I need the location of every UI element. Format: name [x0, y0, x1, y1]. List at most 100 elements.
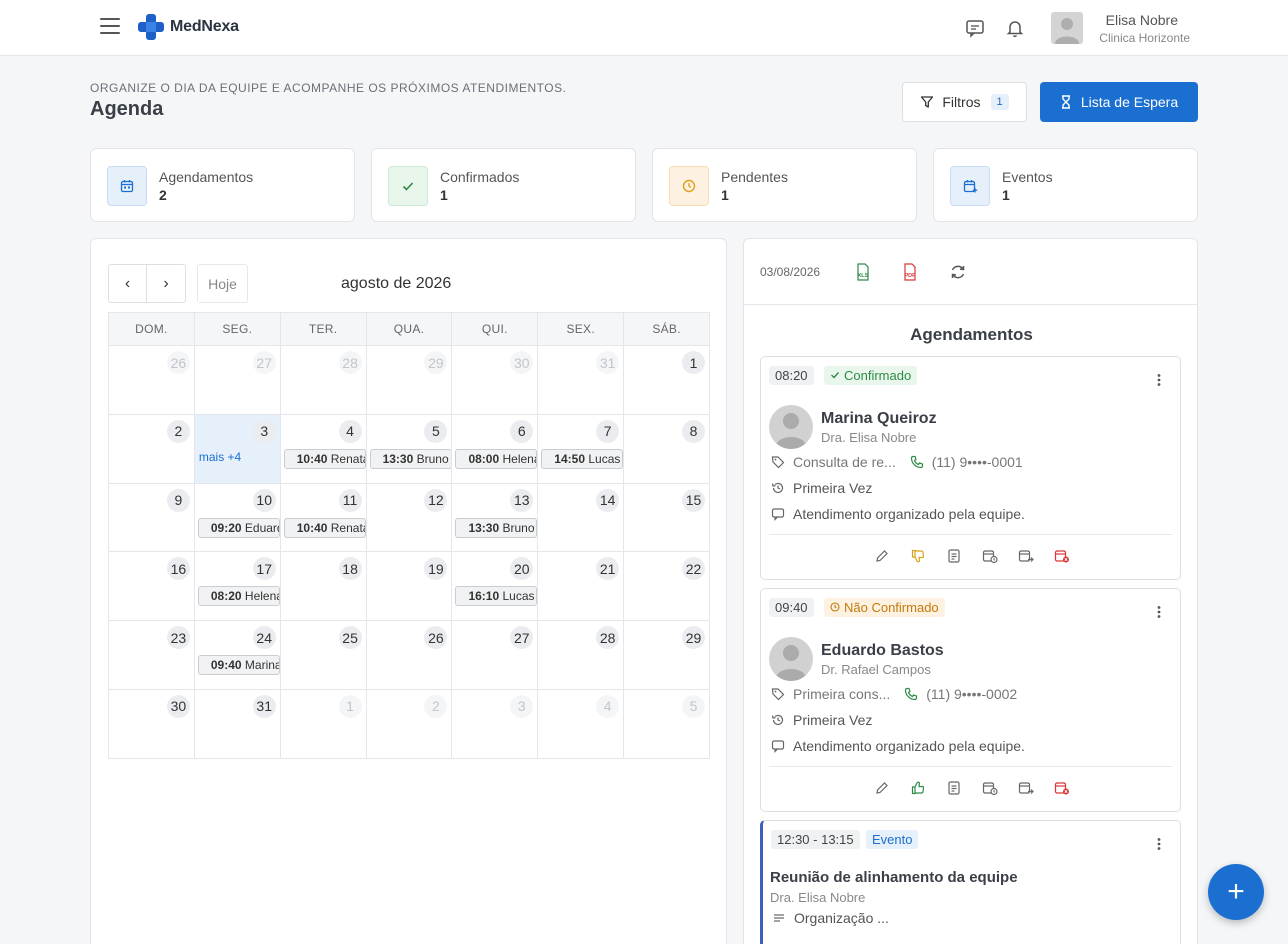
- event-title[interactable]: Reunião de alinhamento da equipe: [770, 869, 1018, 886]
- user-name[interactable]: Elisa Nobre: [1106, 12, 1178, 28]
- day-cell[interactable]: 9: [109, 483, 195, 553]
- day-number[interactable]: 8: [682, 419, 706, 443]
- day-cell[interactable]: 27: [194, 346, 281, 415]
- calendar-event-chip[interactable]: 09:40 Marina: [197, 655, 280, 676]
- day-number[interactable]: 20: [510, 557, 534, 581]
- day-number[interactable]: 28: [338, 351, 362, 374]
- today-button[interactable]: Hoje: [197, 264, 248, 303]
- user-avatar[interactable]: [1051, 12, 1083, 44]
- form-icon[interactable]: [946, 780, 962, 796]
- day-cell[interactable]: 8: [624, 414, 711, 484]
- day-number[interactable]: 6: [510, 419, 534, 443]
- refresh-icon[interactable]: [949, 263, 967, 281]
- day-cell[interactable]: 3: [452, 689, 539, 759]
- day-number[interactable]: 2: [166, 419, 190, 443]
- day-number[interactable]: 27: [510, 626, 534, 650]
- day-cell[interactable]: 21: [538, 552, 625, 622]
- add-appointment-button[interactable]: +: [1208, 864, 1264, 920]
- more-options-icon[interactable]: [1152, 373, 1166, 387]
- day-number[interactable]: 7: [596, 419, 620, 443]
- patient-name[interactable]: Marina Queiroz: [821, 410, 937, 428]
- day-cell[interactable]: 13 13:30 Bruno: [452, 483, 539, 553]
- day-cell[interactable]: 27: [452, 621, 539, 690]
- day-cell[interactable]: 5 13:30 Bruno: [366, 414, 453, 484]
- day-cell[interactable]: 18: [280, 552, 367, 622]
- day-number[interactable]: 16: [166, 557, 190, 581]
- day-cell[interactable]: 30: [452, 346, 539, 415]
- calendar-clock-icon[interactable]: [982, 548, 998, 564]
- waitlist-button[interactable]: Lista de Espera: [1040, 82, 1198, 122]
- day-number[interactable]: 11: [338, 488, 362, 512]
- day-cell[interactable]: 26: [109, 346, 195, 415]
- filters-button[interactable]: Filtros 1: [902, 82, 1027, 122]
- day-number[interactable]: 30: [166, 694, 190, 718]
- day-cell[interactable]: 31: [194, 689, 281, 759]
- cancel-calendar-icon[interactable]: [1054, 548, 1070, 564]
- day-number[interactable]: 10: [252, 488, 276, 512]
- thumbs-down-icon[interactable]: [910, 548, 926, 564]
- calendar-event-chip[interactable]: 10:40 Renata: [283, 517, 366, 538]
- day-number[interactable]: 1: [682, 351, 706, 374]
- day-cell[interactable]: 15: [624, 483, 711, 553]
- day-cell[interactable]: 29: [624, 621, 711, 690]
- day-number[interactable]: 2: [424, 694, 448, 718]
- day-number[interactable]: 14: [596, 488, 620, 512]
- day-cell[interactable]: 12: [366, 483, 453, 553]
- calendar-event-chip[interactable]: 08:00 Helena: [455, 448, 538, 469]
- day-number[interactable]: 25: [338, 626, 362, 650]
- export-xls-icon[interactable]: XLS: [854, 263, 872, 281]
- day-number[interactable]: 3: [252, 419, 276, 443]
- day-cell[interactable]: 11 10:40 Renata: [280, 483, 367, 553]
- day-number[interactable]: 5: [682, 694, 706, 718]
- day-number[interactable]: 15: [682, 488, 706, 512]
- day-cell[interactable]: 14: [538, 483, 625, 553]
- day-number[interactable]: 3: [510, 694, 534, 718]
- export-pdf-icon[interactable]: PDF: [901, 263, 919, 281]
- form-icon[interactable]: [946, 548, 962, 564]
- day-cell[interactable]: 29: [366, 346, 453, 415]
- day-cell[interactable]: 16: [109, 552, 195, 622]
- day-cell[interactable]: 1: [280, 689, 367, 759]
- day-cell[interactable]: 5: [624, 689, 711, 759]
- day-cell[interactable]: 25: [280, 621, 367, 690]
- next-month-button[interactable]: ›: [147, 264, 186, 303]
- day-number[interactable]: 30: [510, 351, 534, 374]
- day-cell[interactable]: 2: [109, 414, 195, 484]
- day-number[interactable]: 28: [596, 626, 620, 650]
- day-cell[interactable]: 10 09:20 Eduardo: [194, 483, 281, 553]
- day-cell[interactable]: 22: [624, 552, 711, 622]
- edit-icon[interactable]: [874, 780, 890, 796]
- day-number[interactable]: 23: [166, 626, 190, 650]
- day-number[interactable]: 17: [252, 557, 276, 581]
- day-cell[interactable]: 2: [366, 689, 453, 759]
- calendar-event-chip[interactable]: 09:20 Eduardo: [197, 517, 280, 538]
- calendar-event-chip[interactable]: 08:20 Helena: [197, 586, 280, 607]
- day-number[interactable]: 29: [424, 351, 448, 374]
- appointment-card[interactable]: 09:40 Não Confirmado Eduardo Bastos Dr. …: [760, 588, 1181, 812]
- day-number[interactable]: 9: [166, 488, 190, 512]
- day-number[interactable]: 31: [252, 694, 276, 718]
- calendar-clock-icon[interactable]: [982, 780, 998, 796]
- more-options-icon[interactable]: [1152, 837, 1166, 851]
- prev-month-button[interactable]: ‹: [108, 264, 147, 303]
- day-cell[interactable]: 20 16:10 Lucas: [452, 552, 539, 622]
- more-events-link[interactable]: mais +4: [199, 450, 241, 464]
- patient-phone[interactable]: (11) 9••••-0001: [932, 454, 1023, 470]
- event-card[interactable]: 12:30 - 13:15 Evento Reunião de alinhame…: [760, 820, 1181, 944]
- calendar-event-chip[interactable]: 14:50 Lucas: [541, 448, 624, 469]
- patient-name[interactable]: Eduardo Bastos: [821, 642, 944, 660]
- day-number[interactable]: 13: [510, 488, 534, 512]
- calendar-event-chip[interactable]: 16:10 Lucas: [455, 586, 538, 607]
- chat-icon[interactable]: [965, 18, 985, 38]
- day-number[interactable]: 18: [338, 557, 362, 581]
- day-number[interactable]: 1: [338, 694, 362, 718]
- day-cell[interactable]: 30: [109, 689, 195, 759]
- day-number[interactable]: 24: [252, 626, 276, 650]
- appointment-card[interactable]: 08:20 Confirmado Marina Queiroz Dra. Eli…: [760, 356, 1181, 580]
- patient-phone[interactable]: (11) 9••••-0002: [926, 686, 1017, 702]
- day-cell[interactable]: 31: [538, 346, 625, 415]
- day-cell[interactable]: 28: [538, 621, 625, 690]
- reschedule-icon[interactable]: [1018, 780, 1034, 796]
- bell-icon[interactable]: [1005, 18, 1025, 38]
- day-cell[interactable]: 24 09:40 Marina: [194, 621, 281, 690]
